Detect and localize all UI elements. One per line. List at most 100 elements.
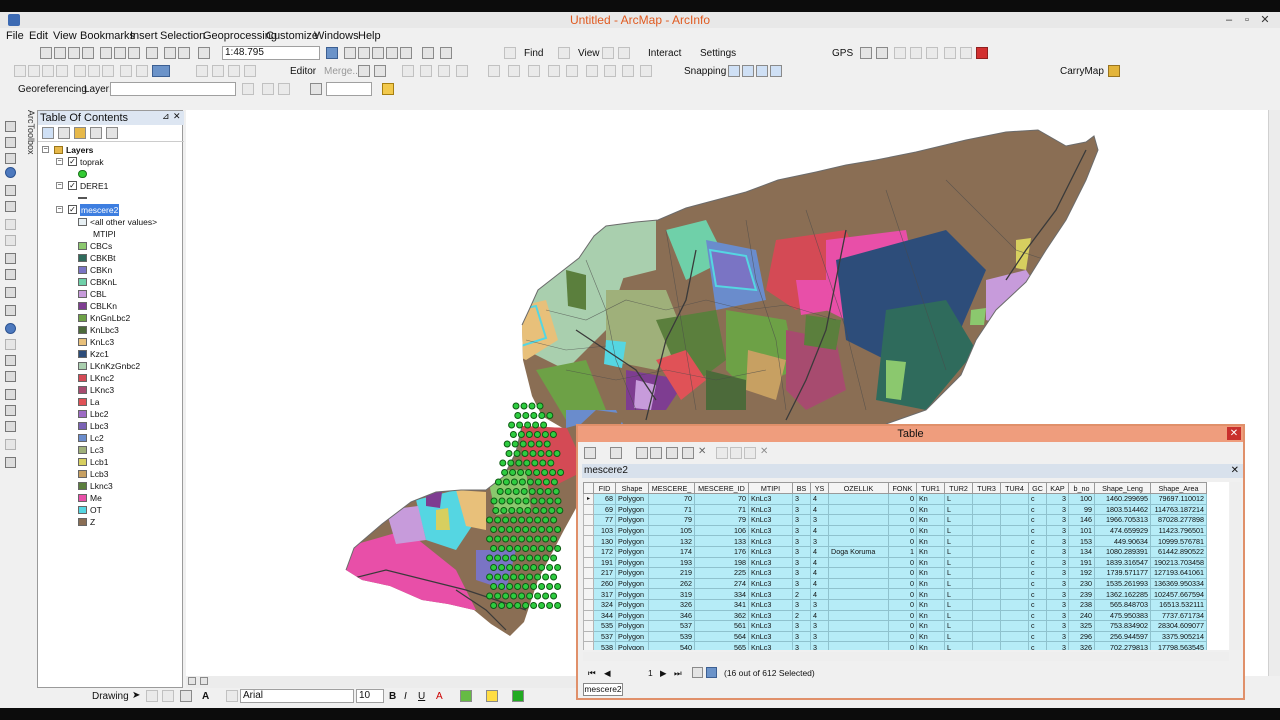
data-view-icon[interactable] (188, 677, 196, 685)
menu-edit[interactable]: Edit (29, 29, 48, 43)
table-cell[interactable]: KnLc3 (748, 535, 793, 547)
table-cell[interactable]: 326 (1068, 641, 1095, 650)
table-cell[interactable]: 702.279813 (1094, 641, 1151, 650)
table-cell[interactable] (828, 598, 889, 611)
expand-icon[interactable]: − (42, 146, 49, 153)
table-cell[interactable]: 4 (810, 577, 829, 590)
menu-customize[interactable]: Customize (266, 29, 318, 43)
arctoolbox-side-tab[interactable]: ArcToolbox (23, 110, 36, 210)
table-cell[interactable] (1000, 567, 1029, 579)
font-size-select[interactable]: 10 (356, 689, 384, 703)
table-cell[interactable]: 3 (792, 535, 811, 547)
measure-tool-icon[interactable] (5, 371, 16, 382)
table-cell[interactable]: 103 (593, 524, 616, 537)
table-cell[interactable]: c (1028, 493, 1047, 505)
table-cell[interactable]: 0 (888, 641, 917, 650)
table-row[interactable]: 538 Polygon 540 565 KnLc3 3 3 0 Kn Lc 3 326 702.2798… (583, 641, 1207, 650)
column-header[interactable]: MESCERE_ (648, 482, 695, 494)
table-cell[interactable]: 346 (648, 609, 695, 622)
html-tool-icon[interactable] (5, 355, 16, 366)
table-row[interactable]: 344 Polygon 346 362 KnLc3 2 4 0 Kn Lc 3 240 475.9503… (583, 609, 1207, 622)
table-cell[interactable]: 565 (694, 641, 749, 650)
table-cell[interactable]: 753.834902 (1094, 620, 1151, 632)
table-cell[interactable]: 10999.576781 (1150, 535, 1207, 547)
zoom-out-tool-icon[interactable] (5, 137, 16, 148)
full-extent-tool-icon[interactable] (5, 167, 16, 178)
table-cell[interactable]: 1535.261993 (1094, 577, 1151, 590)
add-data-icon[interactable] (198, 47, 210, 59)
find-tool-icon[interactable] (5, 389, 16, 400)
table-cell[interactable]: 0 (888, 598, 917, 611)
route-icon[interactable] (558, 47, 570, 59)
table-cell[interactable]: 3 (1046, 567, 1069, 579)
find-icon[interactable] (504, 47, 516, 59)
column-header[interactable]: MESCERE_ID (694, 482, 749, 494)
table-cell[interactable]: Kn (916, 588, 945, 600)
table-cell[interactable]: 217 (593, 567, 616, 579)
menu-help[interactable]: Help (358, 29, 381, 43)
view-2d-icon[interactable] (618, 47, 630, 59)
visibility-checkbox[interactable]: ✓ (68, 157, 77, 166)
table-cell[interactable] (1000, 641, 1029, 650)
table-cell[interactable]: 4 (810, 503, 829, 516)
table-row[interactable]: 260 Polygon 262 274 KnLc3 3 4 0 Kn Lc 3 230 1535.261… (583, 577, 1207, 590)
fixed-zoom-in-tool-icon[interactable] (5, 185, 16, 196)
table-vertical-scrollbar[interactable] (1230, 482, 1241, 650)
table-cell[interactable]: 334 (694, 588, 749, 600)
table-cell[interactable]: 79 (694, 514, 749, 526)
table-cell[interactable]: 0 (888, 577, 917, 590)
undo-icon[interactable] (164, 47, 176, 59)
table-tab-mescere2[interactable]: mescere2 (583, 683, 623, 696)
interact-label[interactable]: Interact (648, 47, 681, 60)
table-cell[interactable]: c (1028, 503, 1047, 516)
show-selected-records-icon[interactable] (706, 667, 717, 678)
field-calc-icon[interactable] (744, 447, 756, 459)
menu-selection[interactable]: Selection (160, 29, 205, 43)
table-cell[interactable] (828, 567, 889, 579)
next-record-icon[interactable]: ▶ (660, 666, 667, 680)
table-cell[interactable]: L (944, 545, 973, 558)
table-cell[interactable]: L (944, 630, 973, 643)
edit-vertices-icon[interactable] (488, 65, 500, 77)
table-cell[interactable]: 114763.187214 (1150, 503, 1207, 516)
search-window-icon[interactable] (372, 47, 384, 59)
row-selector[interactable] (583, 514, 594, 526)
table-cell[interactable]: L (944, 620, 973, 632)
table-cell[interactable]: 1803.514462 (1094, 503, 1151, 516)
table-cell[interactable]: 3 (1046, 514, 1069, 526)
table-cell[interactable] (972, 577, 1001, 590)
table-cell[interactable]: 3 (1046, 535, 1069, 547)
table-cell[interactable]: 3 (1046, 598, 1069, 611)
table-cell[interactable] (972, 545, 1001, 558)
table-cell[interactable]: 240 (1068, 609, 1095, 622)
cut-icon[interactable] (100, 47, 112, 59)
column-header[interactable]: YS (810, 482, 829, 494)
row-selector[interactable] (583, 524, 594, 537)
underline-icon[interactable]: U (418, 690, 425, 703)
table-cell[interactable]: 3 (1046, 641, 1069, 650)
table-cell[interactable]: 4 (810, 609, 829, 622)
menu-bookmarks[interactable]: Bookmarks (80, 29, 135, 43)
table-cell[interactable]: Polygon (615, 577, 649, 590)
table-cell[interactable]: c (1028, 630, 1047, 643)
select-by-attributes-icon[interactable] (636, 447, 648, 459)
table-cell[interactable]: 192 (1068, 567, 1095, 579)
table-cell[interactable]: Kn (916, 609, 945, 622)
table-cell[interactable] (828, 577, 889, 590)
row-selector[interactable] (583, 620, 594, 632)
map-vertical-scrollbar[interactable] (1268, 110, 1280, 676)
georeferencing-dropdown[interactable]: Georeferencing (18, 83, 87, 96)
table-cell[interactable]: KnLc3 (748, 514, 793, 526)
table-cell[interactable]: 0 (888, 524, 917, 537)
gps-track-icon[interactable] (960, 47, 972, 59)
zoom-out-icon[interactable] (28, 65, 40, 77)
table-cell[interactable]: c (1028, 567, 1047, 579)
table-cell[interactable] (1000, 493, 1029, 505)
table-row[interactable]: 317 Polygon 319 334 KnLc3 2 4 0 Kn Lc 3 239 1362.162… (583, 588, 1207, 600)
table-cell[interactable]: 538 (593, 641, 616, 650)
reshape-icon[interactable] (508, 65, 520, 77)
row-selector[interactable] (583, 598, 594, 611)
menu-file[interactable]: File (6, 29, 24, 43)
viewer-window-icon[interactable] (5, 457, 16, 468)
carrymap-export-icon[interactable] (1108, 65, 1120, 77)
